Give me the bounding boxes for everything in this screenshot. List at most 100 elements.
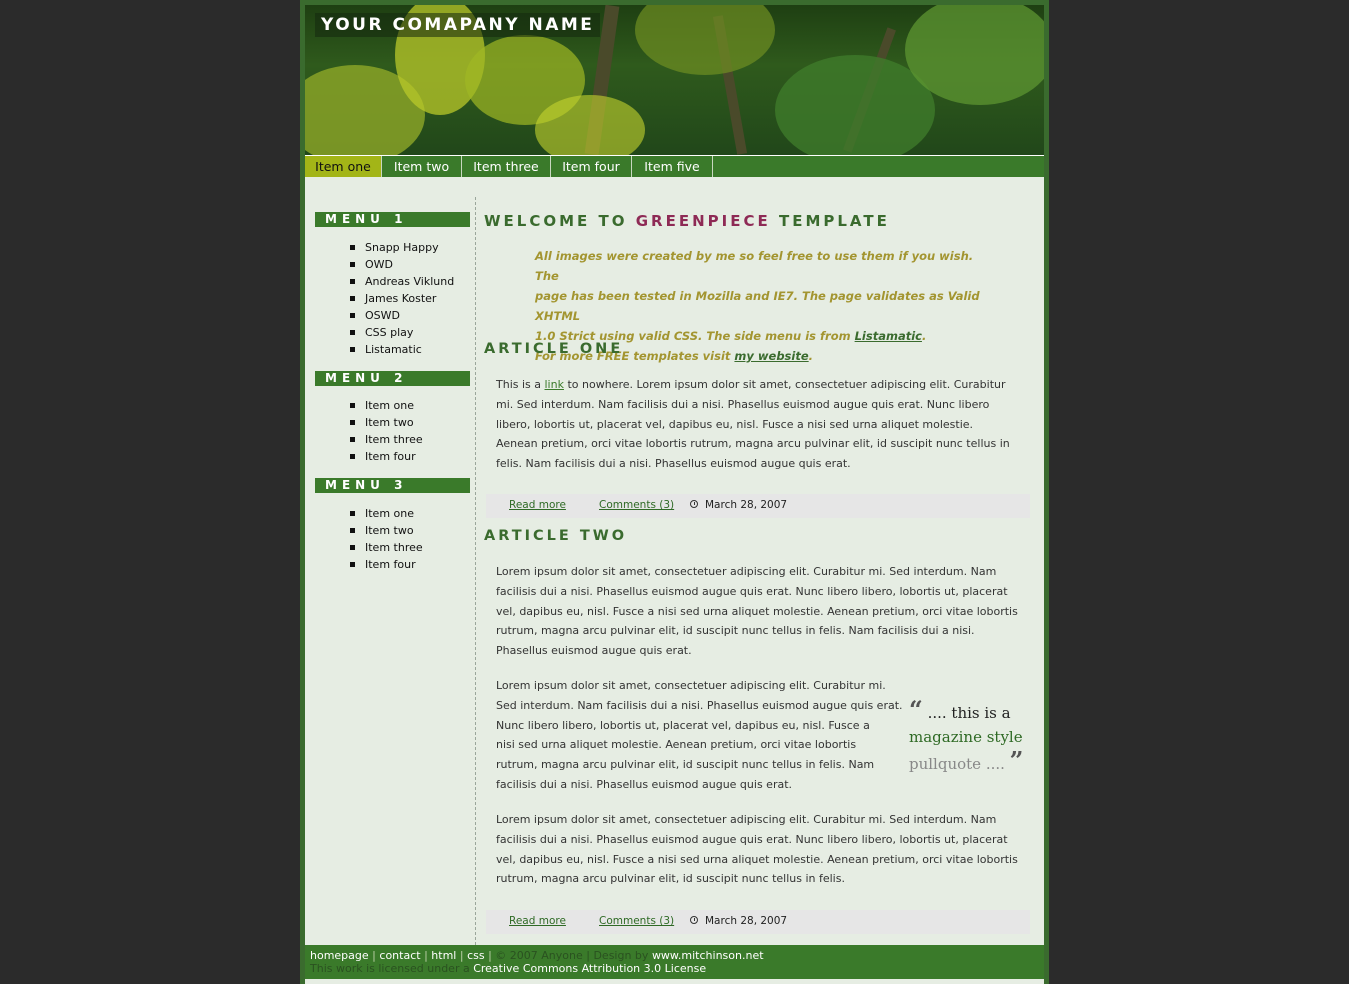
article-line: Nunc libero libero, lobortis ut, placera…	[496, 718, 870, 732]
welcome-text-2: TEMPLATE	[778, 212, 890, 230]
foliage	[635, 5, 775, 75]
article-text: This is a	[496, 378, 545, 391]
article-line: felis. Nam facilisis dui a nisi. Phasell…	[496, 457, 851, 471]
article-line: libero, lobortis ut, placerat vel, dapib…	[496, 417, 974, 431]
menu-2-item[interactable]: Item one	[350, 397, 423, 414]
article-line: vel, dapibus eu, nisl. Fusce a nisi sed …	[496, 852, 1018, 866]
close-quote-icon: ”	[1009, 746, 1024, 775]
intro-line: All images were created by me so feel fr…	[535, 249, 974, 283]
menu-1-item[interactable]: James Koster	[350, 290, 454, 307]
welcome-text-1: WELCOME TO	[484, 212, 628, 230]
article-line: vel, dapibus eu, nisl. Fusce a nisi sed …	[496, 604, 1018, 618]
footer-contact-link[interactable]: contact	[379, 949, 420, 962]
tab-item-two[interactable]: Item two	[382, 156, 462, 177]
header-banner: YOUR COMAPANY NAME	[305, 5, 1044, 155]
menu-3-list: Item one Item two Item three Item four	[350, 505, 423, 573]
menu-1-item[interactable]: Andreas Viklund	[350, 273, 454, 290]
menu-1-item[interactable]: OWD	[350, 256, 454, 273]
intro-line: page has been tested in Mozilla and IE7.…	[535, 289, 980, 323]
listamatic-link[interactable]: Listamatic	[855, 329, 922, 343]
footer-line-2: This work is licensed under a Creative C…	[310, 962, 706, 975]
article-line: This is a link to nowhere. Lorem ipsum d…	[496, 375, 1010, 395]
clock-icon	[690, 500, 698, 508]
comments-link[interactable]: Comments (3)	[599, 499, 674, 511]
article-two-para-1: Lorem ipsum dolor sit amet, consectetuer…	[496, 562, 1018, 661]
page-frame: YOUR COMAPANY NAME Item one Item two Ite…	[300, 0, 1049, 984]
menu-1-heading: MENU 1	[315, 212, 470, 227]
menu-3-item[interactable]: Item two	[350, 522, 423, 539]
read-more-link[interactable]: Read more	[509, 915, 566, 927]
tab-item-one[interactable]: Item one	[305, 156, 382, 177]
menu-3-heading: MENU 3	[315, 478, 470, 493]
menu-2-item[interactable]: Item three	[350, 431, 423, 448]
open-quote-icon: “	[909, 695, 923, 724]
post-date: March 28, 2007	[705, 915, 788, 927]
article-line: Aenean pretium, orci vitae lobortis rutr…	[496, 437, 1010, 451]
article-line: rutrum, magna arcu pulvinar elit, id sus…	[496, 624, 975, 638]
article-one-body: This is a link to nowhere. Lorem ipsum d…	[496, 375, 1010, 474]
tab-item-three[interactable]: Item three	[462, 156, 551, 177]
my-website-link[interactable]: my website	[734, 349, 808, 363]
nowhere-link[interactable]: link	[545, 378, 564, 391]
separator: |	[459, 949, 464, 962]
copyright-text: © 2007 Anyone | Design by	[495, 949, 652, 962]
article-line: Lorem ipsum dolor sit amet, consectetuer…	[496, 679, 886, 692]
pullquote-text: .... this is a	[922, 704, 1011, 722]
company-name: YOUR COMAPANY NAME	[315, 13, 601, 37]
article-line: facilisis dui a nisi. Phasellus euismod …	[496, 777, 793, 791]
article-line: Lorem ipsum dolor sit amet, consectetuer…	[496, 813, 997, 826]
tab-item-five[interactable]: Item five	[632, 156, 713, 177]
pullquote-line: pullquote .... ”	[909, 749, 1029, 776]
main-nav: Item one Item two Item three Item four I…	[305, 155, 1044, 177]
article-line: Sed interdum. Nam facilisis dui a nisi. …	[496, 698, 903, 712]
foliage	[535, 95, 645, 155]
menu-3-item[interactable]: Item four	[350, 556, 423, 573]
tab-item-four[interactable]: Item four	[551, 156, 632, 177]
article-one-title: ARTICLE ONE	[484, 341, 624, 357]
footer-homepage-link[interactable]: homepage	[310, 949, 369, 962]
column-divider	[475, 197, 476, 945]
menu-2-item[interactable]: Item four	[350, 448, 423, 465]
article-line: Lorem ipsum dolor sit amet, consectetuer…	[496, 565, 997, 578]
menu-1-list: Snapp Happy OWD Andreas Viklund James Ko…	[350, 239, 454, 358]
menu-1-item[interactable]: CSS play	[350, 324, 454, 341]
menu-1-item[interactable]: Snapp Happy	[350, 239, 454, 256]
menu-1-item[interactable]: Listamatic	[350, 341, 454, 358]
pullquote-line: “ .... this is a	[909, 698, 1029, 725]
welcome-accent: GREENPIECE	[635, 212, 771, 230]
menu-2-item[interactable]: Item two	[350, 414, 423, 431]
post-date: March 28, 2007	[705, 499, 788, 511]
menu-2-heading: MENU 2	[315, 371, 470, 386]
article-text: to nowhere. Lorem ipsum dolor sit amet, …	[563, 378, 1006, 391]
footer-line-1: homepage | contact | html | css | © 2007…	[310, 949, 764, 962]
menu-2-list: Item one Item two Item three Item four	[350, 397, 423, 465]
article-line: rutrum, magna arcu pulvinar elit, id sus…	[496, 758, 875, 772]
menu-3-item[interactable]: Item one	[350, 505, 423, 522]
article-two-para-3: Lorem ipsum dolor sit amet, consectetuer…	[496, 810, 1018, 889]
menu-1-item[interactable]: OSWD	[350, 307, 454, 324]
designer-link[interactable]: www.mitchinson.net	[652, 949, 764, 962]
clock-icon	[690, 916, 698, 924]
article-line: facilisis dui a nisi. Phasellus euismod …	[496, 584, 1008, 598]
article-two-title: ARTICLE TWO	[484, 528, 628, 544]
article-line: nisi sed urna aliquet molestie. Aenean p…	[496, 738, 857, 752]
welcome-heading: WELCOME TO GREENPIECE TEMPLATE	[484, 212, 890, 230]
separator: |	[488, 949, 492, 962]
article-one-meta: Read more Comments (3) March 28, 2007	[486, 494, 1030, 518]
footer: homepage | contact | html | css | © 2007…	[305, 945, 1044, 979]
article-line: rutrum, magna arcu pulvinar elit, id sus…	[496, 872, 845, 886]
pullquote-text: pullquote ....	[909, 755, 1010, 773]
article-line: mi. Sed interdum. Nam facilisis dui a ni…	[496, 397, 990, 411]
read-more-link[interactable]: Read more	[509, 499, 566, 511]
pullquote: “ .... this is a magazine style pullquot…	[909, 698, 1029, 776]
license-link[interactable]: Creative Commons Attribution 3.0 License	[473, 962, 706, 975]
footer-css-link[interactable]: css	[467, 949, 485, 962]
footer-html-link[interactable]: html	[431, 949, 456, 962]
page-container: YOUR COMAPANY NAME Item one Item two Ite…	[305, 5, 1044, 984]
menu-3-item[interactable]: Item three	[350, 539, 423, 556]
separator: |	[424, 949, 428, 962]
separator: |	[372, 949, 376, 962]
comments-link[interactable]: Comments (3)	[599, 915, 674, 927]
article-line: facilisis dui a nisi. Phasellus euismod …	[496, 832, 1008, 846]
article-two-para-2: Lorem ipsum dolor sit amet, consectetuer…	[496, 676, 903, 795]
